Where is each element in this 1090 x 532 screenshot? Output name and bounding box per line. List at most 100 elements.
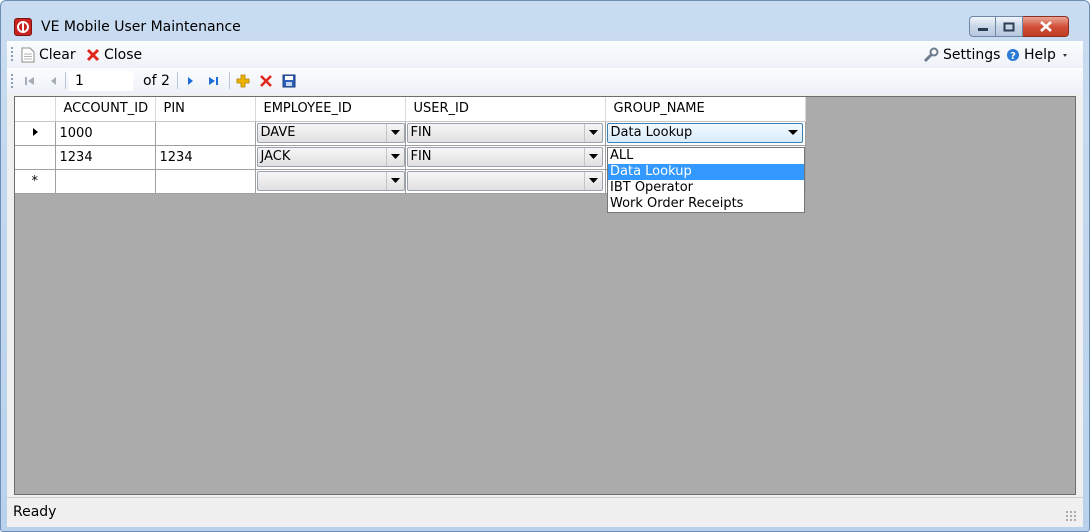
column-header-pin[interactable]: PIN	[155, 97, 256, 122]
move-next-button[interactable]	[184, 72, 196, 90]
document-icon	[21, 47, 35, 63]
menu-grip[interactable]	[10, 46, 14, 62]
cell-employee-id[interactable]: DAVE	[255, 121, 406, 146]
move-previous-button[interactable]	[47, 72, 59, 90]
corner-header[interactable]	[15, 97, 56, 122]
status-text: Ready	[13, 504, 57, 520]
cell-employee-id[interactable]	[255, 169, 406, 194]
delete-x-icon	[260, 75, 272, 87]
close-window-button[interactable]	[1023, 16, 1069, 37]
chevron-down-icon[interactable]	[583, 124, 602, 142]
new-row-asterisk-icon: *	[31, 173, 39, 189]
maximize-icon	[1003, 22, 1015, 31]
minimize-button[interactable]	[969, 16, 996, 37]
data-grid[interactable]: ACCOUNT_ID PIN EMPLOYEE_ID USER_ID GROUP…	[14, 96, 1076, 495]
clear-button[interactable]: Clear	[21, 45, 76, 65]
help-button[interactable]: ? Help	[1006, 45, 1070, 65]
red-x-icon	[86, 48, 100, 62]
combo-value: JACK	[260, 149, 291, 164]
combo-value: Data Lookup	[610, 125, 693, 140]
settings-button[interactable]: Settings	[923, 45, 1000, 65]
employee-id-combo[interactable]	[256, 171, 405, 191]
column-header-employee-id[interactable]: EMPLOYEE_ID	[255, 97, 406, 122]
employee-id-combo[interactable]: JACK	[256, 147, 405, 167]
svg-text:?: ?	[1010, 51, 1016, 62]
dropdown-arrow-icon	[1062, 54, 1067, 57]
first-record-icon	[25, 77, 34, 85]
chevron-down-icon[interactable]	[583, 172, 602, 190]
settings-label: Settings	[943, 47, 1001, 63]
position-input[interactable]: 1	[69, 71, 133, 91]
next-record-icon	[188, 77, 193, 85]
toolbar-separator	[177, 72, 178, 89]
cell-pin[interactable]	[155, 121, 256, 146]
user-id-combo[interactable]	[406, 171, 603, 191]
cell-account-id[interactable]: 1000	[55, 121, 156, 146]
main-window: VE Mobile User Maintenance Clear Close S…	[0, 0, 1090, 532]
resize-grip-icon[interactable]	[1065, 510, 1077, 522]
current-row-arrow-icon	[32, 127, 38, 136]
clear-label: Clear	[39, 47, 76, 63]
column-header-group-name[interactable]: GROUP_NAME	[605, 97, 806, 122]
cell-account-id[interactable]	[55, 169, 156, 194]
save-button[interactable]	[282, 72, 296, 90]
previous-record-icon	[51, 77, 56, 85]
user-id-combo[interactable]: FIN	[406, 123, 603, 143]
cell-pin[interactable]: 1234	[155, 145, 256, 170]
last-record-icon	[209, 77, 218, 85]
cell-user-id[interactable]: FIN	[405, 121, 606, 146]
status-bar: Ready	[7, 497, 1083, 527]
row-header-current[interactable]	[15, 121, 56, 146]
binding-navigator: 1 of 2	[7, 68, 1083, 94]
toolbar-grip[interactable]	[10, 73, 14, 89]
combo-value: DAVE	[260, 125, 296, 140]
column-header-account-id[interactable]: ACCOUNT_ID	[55, 97, 156, 122]
cell-group-name[interactable]: Data Lookup	[605, 121, 806, 146]
combo-value: FIN	[410, 149, 432, 164]
column-header-user-id[interactable]: USER_ID	[405, 97, 606, 122]
group-name-dropdown-list[interactable]: ALL Data Lookup IBT Operator Work Order …	[607, 147, 805, 213]
close-icon	[1039, 21, 1052, 32]
move-first-button[interactable]	[23, 72, 37, 90]
add-new-button[interactable]	[236, 72, 250, 90]
cell-employee-id[interactable]: JACK	[255, 145, 406, 170]
combo-value: FIN	[410, 125, 432, 140]
chevron-down-icon[interactable]	[385, 124, 404, 142]
group-name-combo[interactable]: Data Lookup	[606, 123, 803, 143]
cell-user-id[interactable]	[405, 169, 606, 194]
cell-pin[interactable]	[155, 169, 256, 194]
dropdown-option-all[interactable]: ALL	[608, 148, 804, 164]
table-row[interactable]: 1000 DAVE FIN Data Lookup	[15, 121, 806, 146]
record-count-label: of 2	[143, 73, 170, 89]
title-bar[interactable]: VE Mobile User Maintenance	[1, 1, 1089, 41]
chevron-down-icon[interactable]	[583, 148, 602, 166]
new-row-header[interactable]: *	[15, 169, 56, 194]
toolbar-separator	[65, 72, 66, 89]
dropdown-option-data-lookup[interactable]: Data Lookup	[608, 164, 804, 180]
chevron-down-icon[interactable]	[385, 172, 404, 190]
minimize-icon	[977, 27, 988, 31]
window-title: VE Mobile User Maintenance	[41, 19, 241, 35]
chevron-down-icon[interactable]	[784, 124, 802, 142]
add-plus-icon	[236, 74, 250, 88]
move-last-button[interactable]	[206, 72, 220, 90]
close-label: Close	[104, 47, 143, 63]
menu-bar: Clear Close Settings ? Help	[7, 41, 1083, 68]
employee-id-combo[interactable]: DAVE	[256, 123, 405, 143]
close-button[interactable]: Close	[86, 45, 142, 65]
dropdown-option-ibt-operator[interactable]: IBT Operator	[608, 180, 804, 196]
user-id-combo[interactable]: FIN	[406, 147, 603, 167]
dropdown-option-work-order-receipts[interactable]: Work Order Receipts	[608, 196, 804, 212]
maximize-button[interactable]	[996, 16, 1023, 37]
save-disk-icon	[282, 74, 296, 88]
chevron-down-icon[interactable]	[385, 148, 404, 166]
cell-account-id[interactable]: 1234	[55, 145, 156, 170]
app-logo-icon[interactable]	[14, 18, 32, 36]
wrench-icon	[923, 47, 939, 63]
header-row: ACCOUNT_ID PIN EMPLOYEE_ID USER_ID GROUP…	[15, 97, 806, 122]
delete-button[interactable]	[259, 72, 273, 90]
toolbar-separator	[229, 72, 230, 89]
client-area: Clear Close Settings ? Help 1 of 2 ACCOU…	[7, 41, 1083, 527]
cell-user-id[interactable]: FIN	[405, 145, 606, 170]
row-header[interactable]	[15, 145, 56, 170]
